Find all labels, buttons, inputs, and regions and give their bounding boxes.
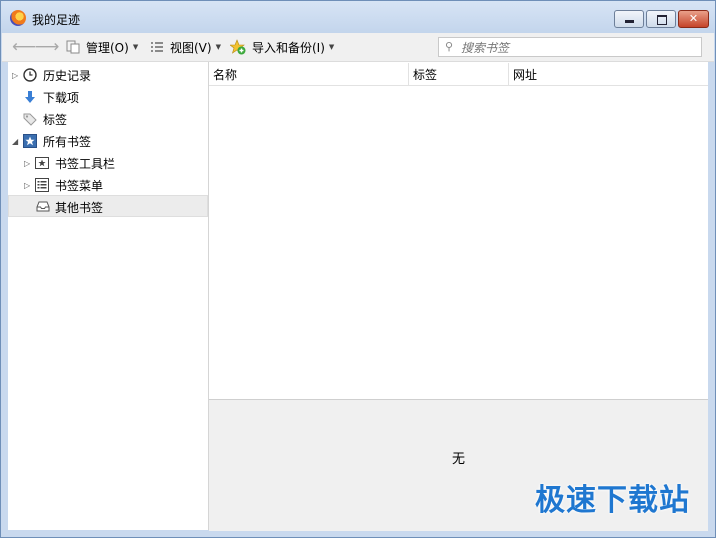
maximize-icon	[657, 15, 667, 25]
column-header-url[interactable]: 网址	[509, 63, 708, 85]
close-icon: ✕	[688, 12, 699, 25]
back-arrow-icon: ⟵	[12, 37, 37, 57]
sidebar-item-label: 书签工具栏	[55, 156, 116, 171]
sidebar-item-all-bookmarks[interactable]: ◢ 所有书签	[8, 130, 208, 152]
import-star-icon	[229, 39, 246, 55]
minimize-icon	[625, 20, 634, 23]
column-header-name[interactable]: 名称	[209, 63, 409, 85]
sidebar-item-label: 其他书签	[55, 201, 104, 215]
expand-twisty-icon[interactable]: ▷	[24, 181, 30, 190]
back-button[interactable]: ⟵	[12, 38, 36, 56]
library-sidebar: ▷ 历史记录 下载项 标签 ◢ 所有书签 ▷ 书签工具栏 ▷ 书签菜单 其他书签	[8, 62, 209, 530]
import-backup-menu-label: 导入和备份(I)	[252, 40, 325, 55]
sidebar-item-label: 历史记录	[43, 68, 92, 83]
detail-pane: 无 极速下载站	[209, 399, 708, 531]
manage-menu-label: 管理(O)	[86, 40, 129, 55]
maximize-button[interactable]	[646, 10, 676, 28]
search-input[interactable]	[459, 39, 699, 57]
chevron-down-icon: ▼	[215, 43, 221, 51]
window-title: 我的足迹	[32, 13, 81, 27]
close-button[interactable]: ✕	[678, 10, 709, 28]
import-backup-menu-button[interactable]: 导入和备份(I) ▼	[229, 38, 335, 56]
sidebar-item-label: 所有书签	[43, 134, 92, 149]
window-controls: ✕	[614, 10, 709, 28]
toolbar-star-icon	[35, 156, 49, 170]
sidebar-item-bookmarks-menu[interactable]: ▷ 书签菜单	[8, 174, 208, 196]
library-window: 我的足迹 ✕ ⟵ ⟶ 管理(O) ▼ 视图(V) ▼ 导入和备份(I) ▼ ⚲ …	[0, 0, 716, 538]
chevron-down-icon: ▼	[328, 43, 335, 51]
search-icon: ⚲	[445, 40, 454, 53]
sidebar-item-bookmarks-toolbar[interactable]: ▷ 书签工具栏	[8, 152, 208, 174]
forward-arrow-icon: ⟶	[35, 37, 60, 57]
column-header-tags[interactable]: 标签	[409, 63, 509, 85]
forward-button[interactable]: ⟶	[35, 38, 59, 56]
list-view-icon	[150, 40, 164, 54]
sidebar-item-label: 标签	[43, 112, 68, 127]
collapse-twisty-icon[interactable]: ◢	[12, 137, 18, 146]
sidebar-item-downloads[interactable]: 下载项	[8, 86, 208, 108]
view-menu-label: 视图(V)	[170, 40, 212, 55]
sidebar-item-label: 书签菜单	[55, 178, 104, 193]
view-menu-button[interactable]: 视图(V) ▼	[150, 38, 221, 56]
expand-twisty-icon[interactable]: ▷	[24, 159, 30, 168]
manage-menu-button[interactable]: 管理(O) ▼	[66, 38, 138, 56]
detail-empty-text: 无	[451, 452, 465, 467]
firefox-logo-icon	[10, 10, 26, 26]
pages-icon	[66, 40, 80, 54]
sidebar-item-tags[interactable]: 标签	[8, 108, 208, 130]
sidebar-item-label: 下载项	[43, 90, 80, 105]
title-bar[interactable]: 我的足迹 ✕	[1, 1, 715, 33]
expand-twisty-icon[interactable]: ▷	[12, 71, 18, 80]
sidebar-item-history[interactable]: ▷ 历史记录	[8, 64, 208, 86]
watermark-logo: 极速下载站	[535, 483, 690, 518]
clock-icon	[23, 68, 37, 82]
toolbar: ⟵ ⟶ 管理(O) ▼ 视图(V) ▼ 导入和备份(I) ▼ ⚲ 搜索书签	[2, 33, 714, 62]
search-box[interactable]: ⚲	[438, 37, 702, 57]
column-header-row: 名称 标签 网址	[209, 63, 708, 86]
chevron-down-icon: ▼	[132, 43, 139, 51]
tag-icon	[23, 112, 37, 126]
minimize-button[interactable]	[614, 10, 644, 28]
bookmarks-star-icon	[23, 134, 37, 148]
menu-list-icon	[35, 178, 49, 192]
inbox-tray-icon	[36, 199, 50, 213]
download-arrow-icon	[23, 90, 37, 104]
bookmark-list-body[interactable]	[209, 86, 708, 398]
bookmark-list-pane: 名称 标签 网址 无 极速下载站	[209, 62, 708, 531]
sidebar-item-other-bookmarks[interactable]: 其他书签	[8, 195, 208, 217]
